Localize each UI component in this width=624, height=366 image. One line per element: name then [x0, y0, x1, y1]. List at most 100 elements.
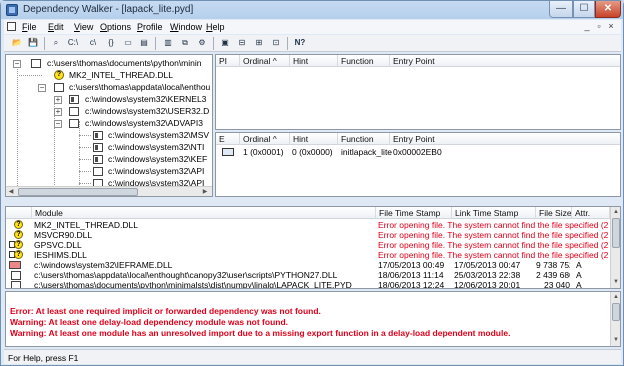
expand-icon[interactable]: +	[54, 108, 62, 116]
tree-item[interactable]: − c:\windows\system32\ADVAPI3	[6, 118, 212, 129]
scroll-down-icon[interactable]: ▼	[611, 277, 620, 287]
list-icon[interactable]: ▤	[137, 37, 151, 50]
tree-line	[79, 159, 91, 160]
tree-item[interactable]: c:\windows\system32\KEF	[6, 154, 212, 165]
exports-list[interactable]: E Ordinal ^ Hint Function Entry Point 1 …	[215, 132, 621, 197]
undecorate-icon[interactable]: c\	[86, 37, 100, 50]
tree-item[interactable]: − c:\users\thomas\documents\python\minin	[6, 58, 212, 69]
column-header-icon[interactable]	[6, 207, 32, 219]
close-button[interactable]: ✕	[595, 1, 621, 18]
scroll-thumb[interactable]	[612, 218, 620, 248]
column-header-function[interactable]: Function	[338, 133, 390, 145]
tree-item[interactable]: c:\windows\system32\MSV	[6, 130, 212, 141]
log-view[interactable]: Error: At least one required implicit or…	[5, 291, 621, 347]
log-vertical-scrollbar[interactable]: ▲ ▼	[610, 292, 620, 346]
tree-item[interactable]: + c:\windows\system32\USER32.D	[6, 106, 212, 117]
table-row[interactable]: ? MK2_INTEL_THREAD.DLL Error opening fil…	[6, 220, 610, 230]
title-bar[interactable]: Dependency Walker - [lapack_lite.pyd] — …	[1, 1, 623, 19]
menu-profile[interactable]: Profile	[137, 22, 163, 32]
table-row[interactable]: c:\users\thomas\documents\python\minimal…	[6, 280, 610, 288]
module-tree[interactable]: − c:\users\thomas\documents\python\minin…	[5, 54, 213, 197]
column-header-module[interactable]: Module	[32, 207, 376, 219]
log-warning-line: Warning: At least one delay-load depende…	[10, 317, 289, 327]
tree-item[interactable]: c:\windows\system32\NTI	[6, 142, 212, 153]
view-module-icon[interactable]: ▭	[121, 37, 135, 50]
scroll-up-icon[interactable]: ▲	[611, 292, 620, 302]
table-row[interactable]: c:\windows\system32\IEFRAME.DLL 17/05/20…	[6, 260, 610, 270]
column-header-hint[interactable]: Hint	[290, 55, 338, 67]
minimize-button[interactable]: —	[549, 1, 573, 18]
tree-item[interactable]: ? MK2_INTEL_THREAD.DLL	[6, 70, 212, 81]
module-icon	[69, 119, 79, 128]
module-icon	[31, 59, 41, 68]
menu-edit[interactable]: Edit	[48, 22, 64, 32]
arrange-icon[interactable]: ⊡	[269, 37, 283, 50]
column-header-function[interactable]: Function	[338, 55, 390, 67]
find-icon[interactable]: ⌕	[49, 37, 63, 50]
collapse-icon[interactable]: −	[38, 84, 46, 92]
column-header-file-time-stamp[interactable]: File Time Stamp	[376, 207, 452, 219]
column-header-file-size[interactable]: File Size	[536, 207, 572, 219]
collapse-icon[interactable]: −	[54, 120, 62, 128]
module-attr: A	[576, 280, 582, 288]
tile-vertical-icon[interactable]: ⊞	[252, 37, 266, 50]
module-properties-icon[interactable]: ▥	[161, 37, 175, 50]
menu-file[interactable]: File	[22, 22, 37, 32]
tile-horizontal-icon[interactable]: ⊟	[235, 37, 249, 50]
context-help-icon[interactable]: N?	[292, 37, 308, 50]
scroll-up-icon[interactable]: ▲	[611, 207, 620, 217]
system-info-icon[interactable]: ⧉	[178, 37, 192, 50]
tree-item[interactable]: − c:\users\thomas\appdata\local\enthou	[6, 82, 212, 93]
scroll-right-icon[interactable]: ▶	[200, 187, 210, 196]
mdi-close-button[interactable]: ×	[605, 21, 617, 31]
scroll-left-icon[interactable]: ◀	[6, 187, 16, 196]
column-header-pi[interactable]: PI	[216, 55, 240, 67]
table-row[interactable]: c:\users\thomas\appdata\local\enthought\…	[6, 270, 610, 280]
table-row[interactable]: 1 (0x0001) 0 (0x0000) initlapack_lite 0x…	[216, 146, 620, 158]
tree-item-label: c:\windows\system32\NTI	[108, 142, 205, 152]
save-icon[interactable]: 💾	[26, 37, 40, 50]
error-module-icon	[9, 261, 21, 269]
cpp-functions-icon[interactable]: {}	[104, 37, 118, 50]
module-file-time-stamp: 18/06/2013 12:24	[378, 280, 445, 288]
scroll-thumb[interactable]	[18, 188, 138, 196]
column-header-attr[interactable]: Attr.	[572, 207, 610, 219]
missing-module-icon: ?	[14, 230, 23, 239]
cascade-icon[interactable]: ▣	[218, 37, 232, 50]
tree-horizontal-scrollbar[interactable]: ◀ ▶	[6, 186, 212, 196]
scroll-down-icon[interactable]: ▼	[611, 335, 620, 345]
column-header-e[interactable]: E	[216, 133, 240, 145]
column-header-hint[interactable]: Hint	[290, 133, 338, 145]
menu-window[interactable]: Window	[170, 22, 202, 32]
missing-module-icon: ?	[14, 250, 23, 259]
document-icon[interactable]	[7, 22, 16, 31]
tree-item[interactable]: c:\windows\system32\API	[6, 166, 212, 177]
column-header-entry-point[interactable]: Entry Point	[390, 133, 620, 145]
modules-vertical-scrollbar[interactable]: ▲ ▼	[610, 207, 620, 288]
mdi-minimize-button[interactable]: _	[581, 21, 593, 31]
column-header-entry-point[interactable]: Entry Point	[390, 55, 620, 67]
export-function: initlapack_lite	[341, 147, 393, 157]
configure-icon[interactable]: ⚙	[195, 37, 209, 50]
menu-options[interactable]: Options	[100, 22, 131, 32]
table-row[interactable]: ? GPSVC.DLL Error opening file. The syst…	[6, 240, 610, 250]
column-header-link-time-stamp[interactable]: Link Time Stamp	[452, 207, 536, 219]
module-list[interactable]: Module File Time Stamp Link Time Stamp F…	[5, 206, 621, 289]
column-header-ordinal[interactable]: Ordinal ^	[240, 133, 290, 145]
table-row[interactable]: ? IESHIMS.DLL Error opening file. The sy…	[6, 250, 610, 260]
maximize-button[interactable]: ☐	[573, 1, 595, 18]
menu-help[interactable]: Help	[206, 22, 225, 32]
collapse-icon[interactable]: −	[13, 60, 21, 68]
scroll-thumb[interactable]	[612, 303, 620, 321]
parent-imports-list[interactable]: PI Ordinal ^ Hint Function Entry Point	[215, 54, 621, 130]
menu-view[interactable]: View	[74, 22, 93, 32]
full-paths-icon[interactable]: C:\	[66, 37, 80, 50]
expand-icon[interactable]: +	[54, 96, 62, 104]
open-icon[interactable]: 📂	[10, 37, 24, 50]
tree-item[interactable]: + c:\windows\system32\KERNEL3	[6, 94, 212, 105]
table-row[interactable]: ? MSVCR90.DLL Error opening file. The sy…	[6, 230, 610, 240]
column-header-ordinal[interactable]: Ordinal ^	[240, 55, 290, 67]
module-link-time-stamp: 12/06/2013 20:01	[454, 280, 521, 288]
tree-item-label: c:\windows\system32\API	[108, 166, 205, 176]
mdi-restore-button[interactable]: ▫	[593, 21, 605, 31]
